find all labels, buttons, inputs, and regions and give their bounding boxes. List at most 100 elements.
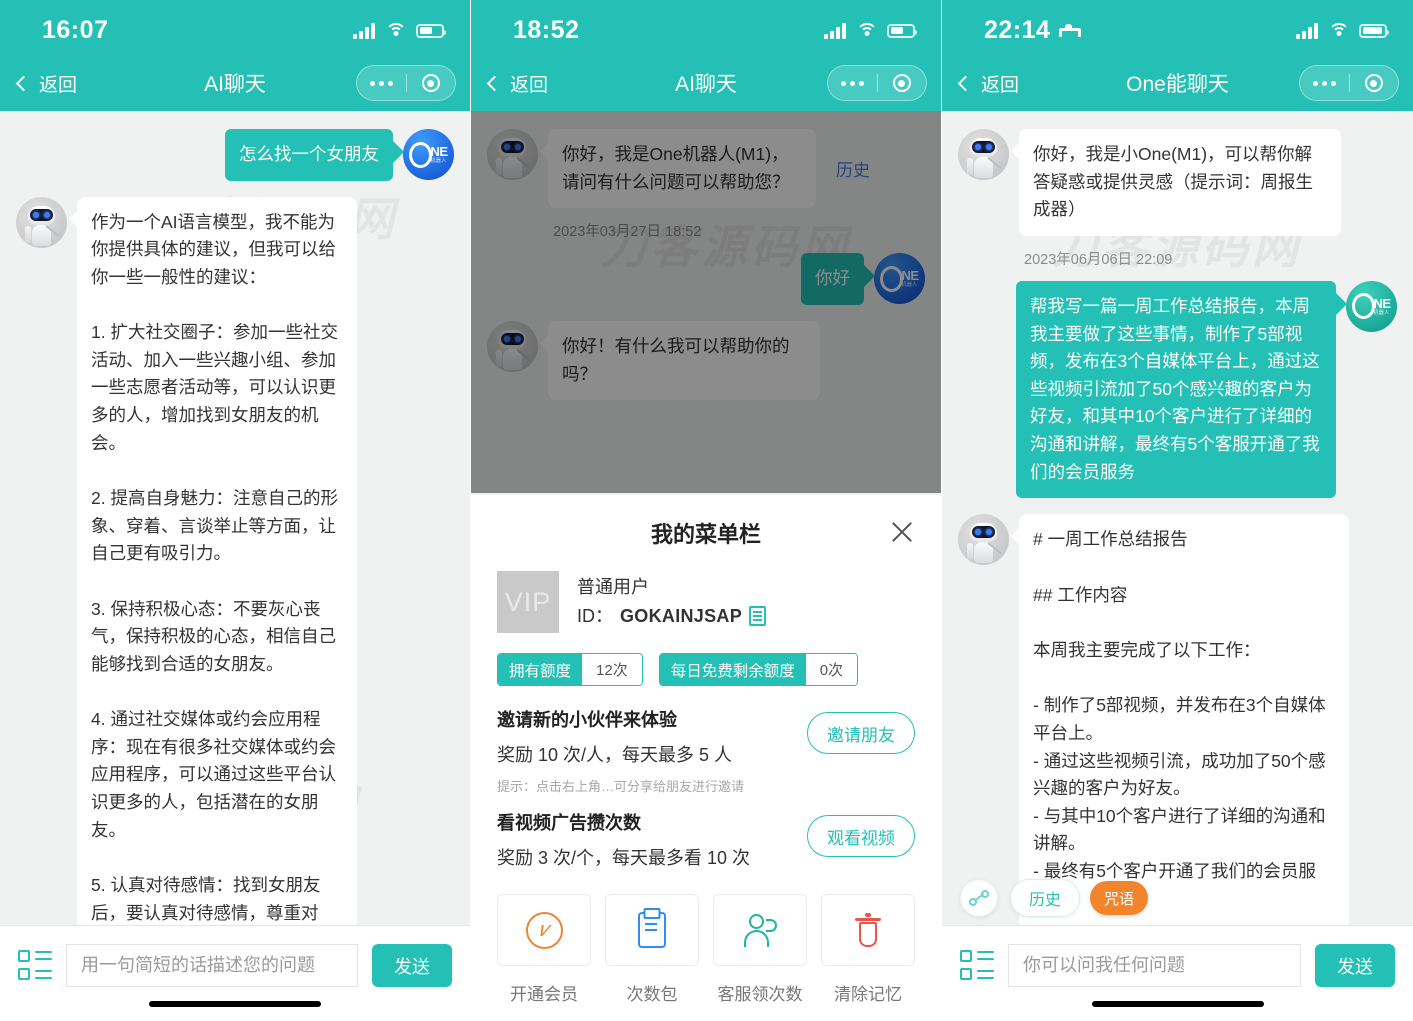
status-time: 18:52 xyxy=(513,16,580,44)
more-dots-icon[interactable] xyxy=(357,80,406,86)
offer-text: 邀请新的小伙伴来体验 奖励 10 次/人，每天最多 5 人 提示：点击右上角…可… xyxy=(497,706,807,795)
bed-icon xyxy=(1059,24,1082,37)
user-id-row: ID： GOKAINJSAP xyxy=(577,602,767,631)
chat-scroll-1[interactable]: 刀客源码网 刀客源码网 怎么找一个女朋友 NE 机器人 作为一个AI语言模型，我 xyxy=(0,111,470,925)
back-button[interactable]: 返回 xyxy=(957,70,1019,97)
spell-chip[interactable]: 咒语 xyxy=(1090,881,1149,915)
one-logo-avatar: NE 机器人 xyxy=(403,129,454,180)
miniprogram-capsule[interactable] xyxy=(1299,65,1399,101)
message-input[interactable] xyxy=(66,944,358,987)
more-dots-icon[interactable] xyxy=(1300,80,1349,86)
tile-label: 次数包 xyxy=(626,985,678,1004)
phone-panel-3: 22:14 返回 One能聊天 刀客源码网 刀客源码网 xyxy=(942,0,1413,1021)
offer-text: 看视频广告攒次数 奖励 3 次/个，每天最多看 10 次 xyxy=(497,809,807,870)
quota-item: 每日免费剩余额度 0次 xyxy=(658,653,859,686)
sheet-title: 我的菜单栏 xyxy=(650,522,761,547)
tile-box xyxy=(605,894,699,966)
menu-grid-icon[interactable] xyxy=(960,950,994,980)
message-bubble-bot[interactable]: # 一周工作总结报告 ## 工作内容 本周我主要完成了以下工作： - 制作了5部… xyxy=(1011,514,1349,925)
nav-bar-1: 返回 AI聊天 xyxy=(0,55,470,111)
target-icon[interactable] xyxy=(1350,74,1399,92)
floating-action-chips: 历史 咒语 xyxy=(960,879,1149,917)
message-timestamp: 2023年06月06日 22:09 xyxy=(1024,251,1173,268)
send-button[interactable]: 发送 xyxy=(1315,944,1395,987)
quota-value: 12次 xyxy=(582,654,642,685)
watch-video-button[interactable]: 观看视频 xyxy=(807,815,915,857)
chevron-left-icon xyxy=(957,75,974,91)
battery-icon xyxy=(416,23,446,38)
message-bubble-user[interactable]: 帮我写一篇一周工作总结报告，本周我主要做了这些事情，制作了5部视频，发布在3个自… xyxy=(1016,280,1347,499)
status-right-3 xyxy=(1296,22,1389,39)
battery-icon xyxy=(887,23,917,38)
input-bar-1: 发送 xyxy=(0,925,470,1021)
home-indicator xyxy=(1091,1001,1264,1007)
copy-icon[interactable] xyxy=(749,606,767,627)
one-logo-avatar: NE 机器人 xyxy=(1346,280,1397,332)
close-icon[interactable] xyxy=(889,519,915,545)
modal-overlay[interactable] xyxy=(471,111,941,493)
status-right-2 xyxy=(824,22,917,39)
input-bar-3: 发送 xyxy=(942,925,1413,1021)
horn-icon-button[interactable] xyxy=(960,879,998,917)
back-button[interactable]: 返回 xyxy=(486,70,548,97)
offer-desc: 奖励 3 次/个，每天最多看 10 次 xyxy=(497,848,751,868)
chat-row-user: 帮我写一篇一周工作总结报告，本周我主要做了这些事情，制作了5部视频，发布在3个自… xyxy=(942,273,1413,506)
tile-clear-memory[interactable]: 清除记忆 xyxy=(821,894,915,1005)
status-left-3: 22:14 xyxy=(984,16,1082,45)
user-info-row: VIP 普通用户 ID： GOKAINJSAP xyxy=(497,571,915,633)
signal-icon xyxy=(1296,22,1318,39)
chat-scroll-3[interactable]: 刀客源码网 刀客源码网 你好，我是小One(M1)，可以帮你解答疑惑或提供灵感（… xyxy=(942,111,1413,925)
message-input[interactable] xyxy=(1008,944,1301,987)
status-bar-2: 18:52 xyxy=(471,0,941,55)
phone-panel-1: 16:07 返回 AI聊天 刀客源码网 刀客源码网 xyxy=(0,0,471,1021)
robot-avatar xyxy=(958,129,1009,180)
back-button[interactable]: 返回 xyxy=(15,70,77,97)
user-id-value: GOKAINJSAP xyxy=(620,606,743,626)
tile-box: 𝜈 xyxy=(497,894,591,966)
menu-sheet: 我的菜单栏 VIP 普通用户 ID： GOKAINJSAP 拥有额度 12次 每… xyxy=(471,495,941,1021)
tile-box xyxy=(713,894,807,966)
history-chip[interactable]: 历史 xyxy=(1010,879,1081,917)
signal-icon xyxy=(824,22,846,39)
tile-label: 开通会员 xyxy=(510,985,578,1004)
miniprogram-capsule[interactable] xyxy=(827,65,927,101)
trash-icon xyxy=(855,913,881,947)
vip-circle-icon: 𝜈 xyxy=(525,911,563,949)
quota-row: 拥有额度 12次 每日免费剩余额度 0次 xyxy=(497,653,915,686)
target-icon[interactable] xyxy=(407,74,456,92)
tile-row: 𝜈 开通会员 次数包 客服领次数 清除记忆 xyxy=(497,894,915,1005)
message-bubble-bot[interactable]: 作为一个AI语言模型，我不能为你提供具体的建议，但我可以给你一些一般性的建议： … xyxy=(69,196,357,925)
one-logo-ring xyxy=(1352,293,1376,320)
offer-watch-ad: 看视频广告攒次数 奖励 3 次/个，每天最多看 10 次 观看视频 xyxy=(497,809,915,870)
status-time: 22:14 xyxy=(984,16,1051,44)
signal-icon xyxy=(353,22,375,39)
one-logo-ne: NE xyxy=(1373,295,1391,311)
message-bubble-user[interactable]: 怎么找一个女朋友 xyxy=(225,129,404,181)
wifi-icon xyxy=(856,22,877,39)
user-id-label: ID： xyxy=(577,606,613,626)
chevron-left-icon xyxy=(486,75,503,91)
message-bubble-bot[interactable]: 你好，我是小One(M1)，可以帮你解答疑惑或提供灵感（提示词：周报生成器） xyxy=(1011,129,1341,236)
tile-label: 清除记忆 xyxy=(834,985,902,1004)
status-time: 16:07 xyxy=(42,16,109,44)
phone-panel-2: 18:52 返回 AI聊天 刀客源码网 你好，我是One机器人(M1)，请问有什… xyxy=(471,0,942,1021)
tile-label: 客服领次数 xyxy=(717,985,803,1004)
more-dots-icon[interactable] xyxy=(828,80,877,86)
target-icon[interactable] xyxy=(878,74,927,92)
tile-support-credits[interactable]: 客服领次数 xyxy=(713,894,807,1005)
support-agent-icon xyxy=(742,913,778,947)
chevron-left-icon xyxy=(15,75,32,91)
chat-row-user: 怎么找一个女朋友 NE 机器人 xyxy=(0,121,470,189)
menu-grid-icon[interactable] xyxy=(18,950,52,980)
robot-avatar xyxy=(16,196,67,248)
tile-open-membership[interactable]: 𝜈 开通会员 xyxy=(497,894,591,1005)
home-indicator xyxy=(149,1001,321,1007)
quota-label: 每日免费剩余额度 xyxy=(659,654,806,685)
send-button[interactable]: 发送 xyxy=(372,944,452,987)
status-bar-1: 16:07 xyxy=(0,0,470,55)
tile-count-package[interactable]: 次数包 xyxy=(605,894,699,1005)
offer-title: 邀请新的小伙伴来体验 xyxy=(497,710,677,730)
miniprogram-capsule[interactable] xyxy=(356,65,456,101)
invite-friends-button[interactable]: 邀请朋友 xyxy=(807,712,915,754)
one-logo-ne: NE xyxy=(430,144,448,159)
